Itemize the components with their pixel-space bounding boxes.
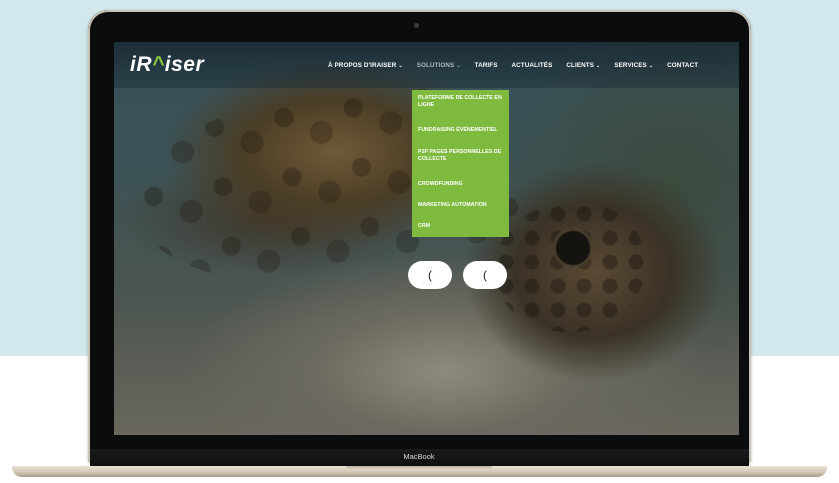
camera-icon xyxy=(414,23,419,28)
chevron-left-icon: ( xyxy=(428,268,432,282)
menu-item-label: CLIENTS xyxy=(566,62,595,69)
chevron-down-icon: ⌄ xyxy=(596,63,601,69)
dropdown-item-crowdfunding[interactable]: CROWDFUNDING xyxy=(418,181,506,188)
menu-item-contact[interactable]: CONTACT xyxy=(667,62,698,69)
slider-prev-button[interactable]: ( xyxy=(408,261,452,289)
menu-item-label: SOLUTIONS xyxy=(416,62,455,69)
menu-item-label: ACTUALITÉS xyxy=(511,62,553,69)
turtle-eye xyxy=(551,228,595,268)
menu-item-label: CONTACT xyxy=(667,62,699,69)
dropdown-item-crm[interactable]: CRM xyxy=(418,223,506,230)
main-menu: À PROPOS D'IRAISER ⌄ SOLUTIONS ⌄ TARIFS AC… xyxy=(328,62,712,69)
chevron-down-icon: ⌄ xyxy=(648,63,654,69)
chevron-down-icon: ⌄ xyxy=(398,63,403,69)
solutions-dropdown: PLATEFORME DE COLLECTE EN LIGNE FUNDRAIS… xyxy=(412,90,509,237)
menu-item-apropos[interactable]: À PROPOS D'IRAISER ⌄ xyxy=(328,62,403,69)
menu-item-label: À PROPOS D'IRAISER xyxy=(328,62,397,69)
chevron-down-icon: ⌄ xyxy=(456,63,461,69)
menu-item-clients[interactable]: CLIENTS ⌄ xyxy=(566,62,600,69)
dropdown-item-plateforme[interactable]: PLATEFORME DE COLLECTE EN LIGNE xyxy=(418,95,506,109)
menu-item-solutions[interactable]: SOLUTIONS ⌄ xyxy=(417,62,461,69)
logo-suffix: iser xyxy=(164,53,205,76)
menu-item-actualites[interactable]: ACTUALITÉS xyxy=(512,62,553,69)
dropdown-item-p2p[interactable]: P2P PAGES PERSONNELLES DE COLLECTE xyxy=(418,149,506,163)
menu-item-label: TARIFS xyxy=(474,62,498,69)
menu-item-label: SERVICES xyxy=(614,62,647,69)
website-screen: iR^iser À PROPOS D'IRAISER ⌄ SOLUTIONS ⌄ T… xyxy=(114,42,739,435)
menu-item-tarifs[interactable]: TARIFS xyxy=(475,62,498,69)
device-label: MacBook xyxy=(403,452,435,461)
slider-next-button[interactable]: ( xyxy=(463,261,507,289)
laptop-notch xyxy=(346,466,492,470)
dropdown-item-marketing[interactable]: MARKETING AUTOMATION xyxy=(418,202,506,209)
dropdown-item-fundraising[interactable]: FUNDRAISING ÉVÉNEMENTIEL xyxy=(418,127,506,134)
site-header: iR^iser À PROPOS D'IRAISER ⌄ SOLUTIONS ⌄ T… xyxy=(114,42,739,88)
logo-accent: ^ xyxy=(152,53,165,76)
chevron-right-icon: ( xyxy=(483,268,487,282)
logo-prefix: iR xyxy=(130,53,152,76)
site-logo[interactable]: iR^iser xyxy=(130,53,204,77)
menu-item-services[interactable]: SERVICES ⌄ xyxy=(614,62,653,69)
